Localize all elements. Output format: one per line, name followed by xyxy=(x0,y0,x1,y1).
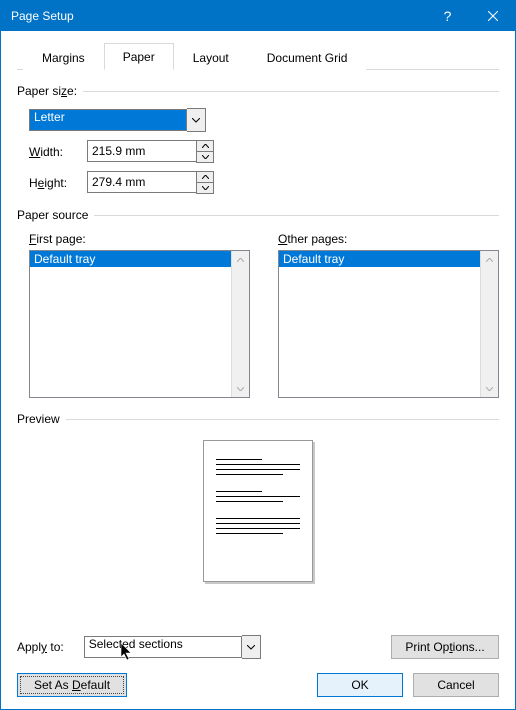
tab-document-grid[interactable]: Document Grid xyxy=(248,44,367,70)
scroll-down-button[interactable] xyxy=(232,380,249,397)
tab-layout[interactable]: Layout xyxy=(174,44,248,70)
paper-source-group-label: Paper source xyxy=(17,208,499,222)
page-setup-dialog: Page Setup ? Margins Paper Layout Docume… xyxy=(0,0,516,710)
preview-page-icon xyxy=(203,440,313,582)
close-icon xyxy=(488,11,498,21)
paper-size-group-label: Paper size: xyxy=(17,84,499,98)
height-spinner[interactable] xyxy=(87,171,214,194)
first-page-scrollbar[interactable] xyxy=(231,251,249,397)
width-label: Width: xyxy=(17,145,87,159)
tab-paper[interactable]: Paper xyxy=(104,43,174,70)
other-pages-scrollbar[interactable] xyxy=(480,251,498,397)
set-as-default-button[interactable]: Set As Default xyxy=(17,673,127,697)
preview-group-label: Preview xyxy=(17,412,499,426)
chevron-up-icon xyxy=(202,144,209,148)
chevron-down-icon xyxy=(202,155,209,159)
first-page-item[interactable]: Default tray xyxy=(30,251,249,267)
scroll-up-button[interactable] xyxy=(481,251,498,268)
preview-area xyxy=(17,440,499,582)
print-options-button[interactable]: Print Options... xyxy=(391,635,499,659)
chevron-down-icon xyxy=(202,186,209,190)
chevron-down-icon xyxy=(192,118,200,123)
height-down-button[interactable] xyxy=(197,183,213,193)
chevron-down-icon xyxy=(247,645,255,650)
chevron-down-icon xyxy=(237,387,244,391)
chevron-up-icon xyxy=(237,258,244,262)
chevron-up-icon xyxy=(202,175,209,179)
apply-to-dropdown-button[interactable] xyxy=(242,635,261,659)
dialog-title: Page Setup xyxy=(11,9,425,23)
apply-to-label: Apply to: xyxy=(17,640,64,654)
ok-button[interactable]: OK xyxy=(317,673,403,697)
height-label: Height: xyxy=(17,176,87,190)
tab-strip: Margins Paper Layout Document Grid xyxy=(17,41,499,70)
close-button[interactable] xyxy=(470,1,515,31)
height-up-button[interactable] xyxy=(197,172,213,183)
paper-size-select[interactable]: Letter xyxy=(29,109,187,131)
width-spinner[interactable] xyxy=(87,140,214,163)
height-input[interactable] xyxy=(87,171,196,193)
paper-size-dropdown-button[interactable] xyxy=(187,108,206,132)
tab-margins[interactable]: Margins xyxy=(23,44,104,70)
first-page-label: First page: xyxy=(29,232,250,246)
first-page-listbox[interactable]: Default tray xyxy=(29,250,250,398)
width-up-button[interactable] xyxy=(197,141,213,152)
other-pages-listbox[interactable]: Default tray xyxy=(278,250,499,398)
scroll-up-button[interactable] xyxy=(232,251,249,268)
width-input[interactable] xyxy=(87,140,196,162)
chevron-down-icon xyxy=(486,387,493,391)
width-down-button[interactable] xyxy=(197,152,213,162)
other-pages-item[interactable]: Default tray xyxy=(279,251,498,267)
chevron-up-icon xyxy=(486,258,493,262)
cancel-button[interactable]: Cancel xyxy=(413,673,499,697)
scroll-down-button[interactable] xyxy=(481,380,498,397)
titlebar: Page Setup ? xyxy=(1,1,515,31)
other-pages-label: Other pages: xyxy=(278,232,499,246)
apply-to-select[interactable]: Selected sections xyxy=(84,636,242,658)
help-button[interactable]: ? xyxy=(425,1,470,31)
